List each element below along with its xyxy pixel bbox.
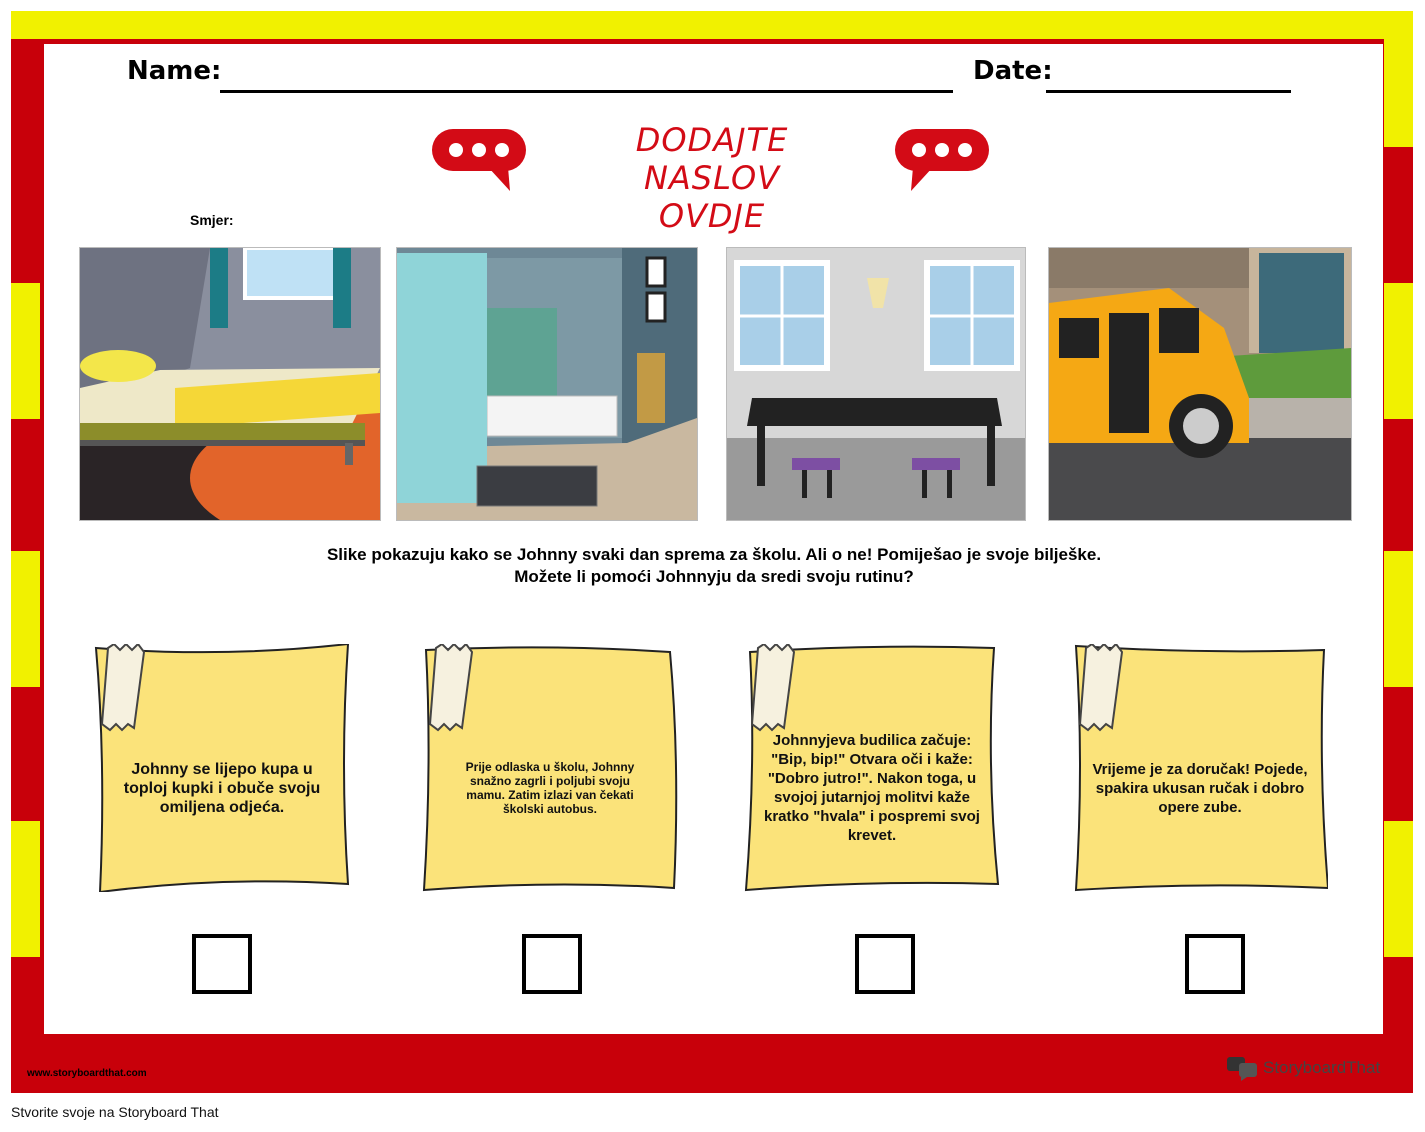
footer-caption: Stvorite svoje na Storyboard That <box>11 1104 219 1120</box>
site-url: www.storyboardthat.com <box>27 1068 147 1079</box>
instructions-line-2: Možete li pomoći Johnnyju da sredi svoju… <box>514 567 914 586</box>
name-field-line[interactable] <box>220 90 953 93</box>
date-field-line[interactable] <box>1046 90 1291 93</box>
note-text: Johnny se lijepo kupa u toploj kupki i o… <box>123 760 321 816</box>
name-label: Name: <box>127 56 222 86</box>
top-yellow-stripe <box>11 11 1413 39</box>
order-checkbox[interactable] <box>522 934 582 994</box>
note-text: Vrijeme je za doručak! Pojede, spakira u… <box>1092 760 1308 816</box>
note-text: Johnnyjeva budilica začuje: "Bip, bip!" … <box>764 732 980 844</box>
note-text: Prije odlaska u školu, Johnny snažno zag… <box>465 760 635 816</box>
title-line-1: DODAJTE NASLOV <box>635 121 789 197</box>
bathroom-scene-image <box>396 247 698 521</box>
worksheet-frame: Name: Date: DODAJTE NASLOV OVDJE Smjer: <box>11 11 1413 1093</box>
sticky-note[interactable]: Prije odlaska u školu, Johnny snažno zag… <box>422 644 678 892</box>
logo-text: StoryboardThat <box>1263 1058 1381 1077</box>
school-bus-scene-image <box>1048 247 1352 521</box>
speech-bubble-left-icon <box>432 129 526 191</box>
dining-room-scene-image <box>726 247 1026 521</box>
instructions-line-1: Slike pokazuju kako se Johnny svaki dan … <box>326 545 1102 564</box>
storyboard-logo-icon <box>1227 1057 1257 1081</box>
right-yellow-stripe <box>1384 283 1413 419</box>
sticky-note[interactable]: Johnny se lijepo kupa u toploj kupki i o… <box>94 644 350 892</box>
right-yellow-stripe <box>1384 821 1413 957</box>
left-yellow-stripe <box>11 821 40 957</box>
page-title[interactable]: DODAJTE NASLOV OVDJE <box>582 121 842 235</box>
sticky-note[interactable]: Johnnyjeva budilica začuje: "Bip, bip!" … <box>744 644 1000 892</box>
worksheet-paper: Name: Date: DODAJTE NASLOV OVDJE Smjer: <box>44 44 1383 1034</box>
bedroom-scene-image <box>79 247 381 521</box>
right-yellow-stripe <box>1384 11 1413 147</box>
right-yellow-stripe <box>1384 551 1413 687</box>
instructions-text: Slike pokazuju kako se Johnny svaki dan … <box>244 544 1184 588</box>
left-yellow-stripe <box>11 551 40 687</box>
date-label: Date: <box>973 56 1053 86</box>
sticky-note[interactable]: Vrijeme je za doručak! Pojede, spakira u… <box>1072 644 1328 892</box>
order-checkbox[interactable] <box>1185 934 1245 994</box>
title-line-2: OVDJE <box>658 197 766 235</box>
storyboardthat-logo: StoryboardThat <box>1227 1055 1380 1081</box>
speech-bubble-right-icon <box>895 129 989 191</box>
order-checkbox[interactable] <box>855 934 915 994</box>
order-checkbox[interactable] <box>192 934 252 994</box>
directions-label[interactable]: Smjer: <box>190 212 234 228</box>
left-yellow-stripe <box>11 283 40 419</box>
